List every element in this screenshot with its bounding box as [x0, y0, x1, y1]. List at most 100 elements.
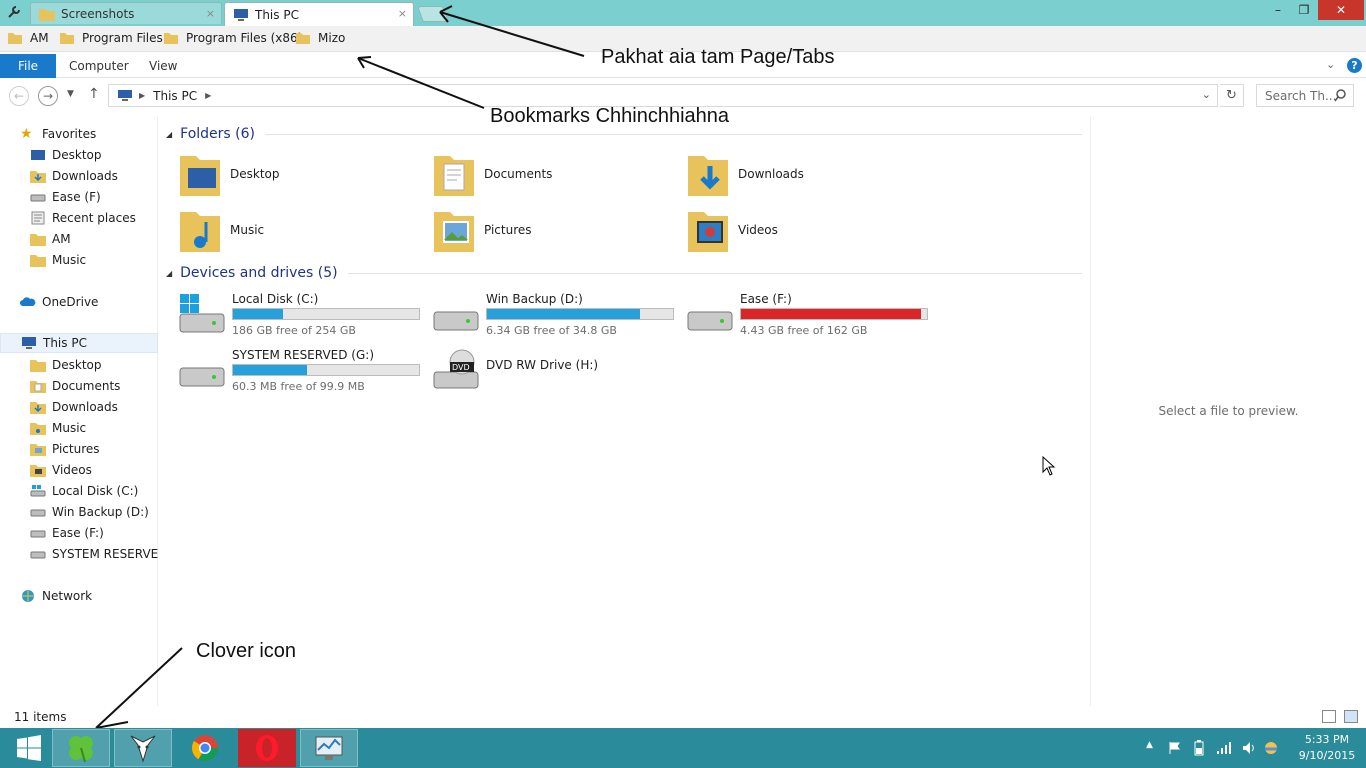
volume-icon[interactable] [1242, 741, 1256, 755]
chevron-right-icon[interactable]: ▶ [205, 91, 211, 100]
chrome-taskbar-button[interactable] [176, 729, 234, 767]
folders-group-header[interactable]: ◢ Folders (6) [166, 126, 1082, 142]
folder-label: Music [230, 223, 265, 237]
drive-usage-bar [486, 308, 674, 320]
folder-tile-pictures[interactable]: Pictures [432, 204, 682, 256]
drive-usage-fill [233, 309, 284, 319]
weather-icon[interactable] [1264, 741, 1278, 755]
address-bar[interactable]: ▶ This PC ▶ ⌄ [108, 84, 1218, 107]
drive-local-disk-c[interactable]: Local Disk (C:) 186 GB free of 254 GB [178, 286, 428, 338]
tab-screenshots[interactable]: Screenshots × [30, 2, 222, 24]
flag-icon[interactable] [1168, 741, 1182, 755]
collapse-triangle-icon[interactable]: ◢ [166, 130, 172, 139]
search-placeholder: Search Th... [1265, 88, 1337, 103]
recent-locations-icon[interactable]: ▼ [67, 89, 74, 99]
chevron-right-icon[interactable]: ▶ [139, 91, 145, 100]
drive-ease-f[interactable]: Ease (F:) 4.43 GB free of 162 GB [686, 286, 936, 338]
forward-button[interactable]: → [38, 86, 58, 106]
resource-monitor-taskbar-button[interactable] [300, 729, 358, 767]
nav-pc-system-reserved[interactable]: SYSTEM RESERVED ( [0, 544, 158, 564]
clover-taskbar-button[interactable] [52, 729, 110, 767]
folder-label: Downloads [738, 167, 804, 181]
bookmark-program-files-x86[interactable]: Program Files (x86) [164, 31, 302, 45]
nav-pc-ease[interactable]: Ease (F:) [0, 523, 158, 543]
nav-onedrive[interactable]: OneDrive [0, 292, 158, 312]
clock-time: 5:33 PM [1304, 733, 1350, 746]
clock-date: 9/10/2015 [1298, 749, 1356, 762]
close-button[interactable]: ✕ [1318, 0, 1364, 20]
nav-favorites[interactable]: ★ Favorites [0, 124, 158, 144]
chevron-down-icon[interactable]: ⌄ [1202, 88, 1211, 101]
show-hidden-icons-button[interactable]: ▲ [1146, 740, 1153, 750]
nav-label: Downloads [52, 169, 118, 183]
nav-pc-win-backup[interactable]: Win Backup (D:) [0, 502, 158, 522]
restore-button[interactable]: ❐ [1292, 0, 1316, 20]
nav-pc-music[interactable]: Music [0, 418, 158, 438]
up-arrow-icon[interactable]: ↑ [88, 86, 100, 102]
nav-label: Music [52, 421, 87, 435]
nav-pc-videos[interactable]: Videos [0, 460, 158, 480]
opera-taskbar-button[interactable] [238, 729, 296, 767]
pictures-folder-icon [434, 212, 474, 252]
nav-this-pc[interactable]: This PC [0, 333, 158, 353]
tab-computer[interactable]: Computer [69, 59, 129, 73]
nav-fav-downloads[interactable]: Downloads [0, 166, 158, 186]
folder-tile-downloads[interactable]: Downloads [686, 148, 936, 200]
nav-network[interactable]: Network [0, 586, 158, 606]
taskbar-clock[interactable]: 5:33 PM 9/10/2015 [1290, 732, 1364, 764]
folder-icon [39, 8, 55, 21]
drive-usage-bar [232, 308, 420, 320]
help-icon[interactable]: ? [1347, 58, 1362, 73]
nav-fav-music[interactable]: Music [0, 250, 158, 270]
bookmark-label: Program Files (x86) [186, 31, 303, 45]
pictures-folder-icon [30, 444, 46, 456]
nav-pc-downloads[interactable]: Downloads [0, 397, 158, 417]
start-button[interactable] [0, 729, 58, 767]
folder-icon [8, 33, 22, 44]
nav-pc-desktop[interactable]: Desktop [0, 355, 158, 375]
tab-this-pc[interactable]: This PC × [224, 2, 414, 26]
tab-close-icon[interactable]: × [398, 7, 407, 20]
battery-icon[interactable] [1192, 740, 1206, 756]
hard-drive-icon [687, 311, 733, 331]
drives-group-header[interactable]: ◢ Devices and drives (5) [166, 265, 1082, 281]
search-input[interactable]: Search Th... [1256, 84, 1354, 107]
collapse-triangle-icon[interactable]: ◢ [166, 269, 172, 278]
tab-close-icon[interactable]: × [206, 7, 215, 20]
refresh-button[interactable]: ↻ [1220, 84, 1244, 107]
drive-system-reserved-g[interactable]: SYSTEM RESERVED (G:) 60.3 MB free of 99.… [178, 342, 428, 394]
details-view-icon[interactable] [1322, 710, 1336, 723]
nav-fav-recent[interactable]: Recent places [0, 208, 158, 228]
monitor-graph-icon [315, 736, 343, 760]
nav-pc-local-disk[interactable]: Local Disk (C:) [0, 481, 158, 501]
chevron-down-icon[interactable]: ⌄ [1326, 58, 1335, 71]
signal-icon[interactable] [1216, 741, 1232, 755]
bookmark-program-files[interactable]: Program Files [60, 31, 163, 45]
bookmark-am[interactable]: AM [8, 31, 49, 45]
foxmask-taskbar-button[interactable] [114, 729, 172, 767]
nav-fav-am[interactable]: AM [0, 229, 158, 249]
folder-tile-documents[interactable]: Documents [432, 148, 682, 200]
content-pane: ◢ Folders (6) Desktop Documents Download… [158, 116, 1088, 706]
minimize-button[interactable]: – [1266, 0, 1290, 20]
nav-fav-ease[interactable]: Ease (F) [0, 187, 158, 207]
drive-win-backup-d[interactable]: Win Backup (D:) 6.34 GB free of 34.8 GB [432, 286, 682, 338]
folder-tile-desktop[interactable]: Desktop [178, 148, 428, 200]
nav-fav-desktop[interactable]: Desktop [0, 145, 158, 165]
nav-pc-documents[interactable]: Documents [0, 376, 158, 396]
new-tab-button[interactable] [417, 6, 449, 22]
tab-view[interactable]: View [149, 59, 177, 73]
bookmark-label: AM [30, 31, 49, 45]
tab-label: Screenshots [61, 6, 135, 21]
drive-free-space: 6.34 GB free of 34.8 GB [486, 324, 617, 337]
wrench-icon[interactable] [6, 4, 22, 20]
nav-pc-pictures[interactable]: Pictures [0, 439, 158, 459]
drive-dvd-rw-h[interactable]: DVD DVD RW Drive (H:) [432, 342, 682, 394]
large-icons-view-icon[interactable] [1344, 710, 1358, 723]
folder-tile-videos[interactable]: Videos [686, 204, 936, 256]
nav-label: Pictures [52, 442, 100, 456]
file-tab[interactable]: File [0, 54, 56, 78]
back-button[interactable]: ← [9, 86, 29, 106]
bookmark-mizo[interactable]: Mizo [296, 31, 345, 45]
folder-tile-music[interactable]: Music [178, 204, 428, 256]
